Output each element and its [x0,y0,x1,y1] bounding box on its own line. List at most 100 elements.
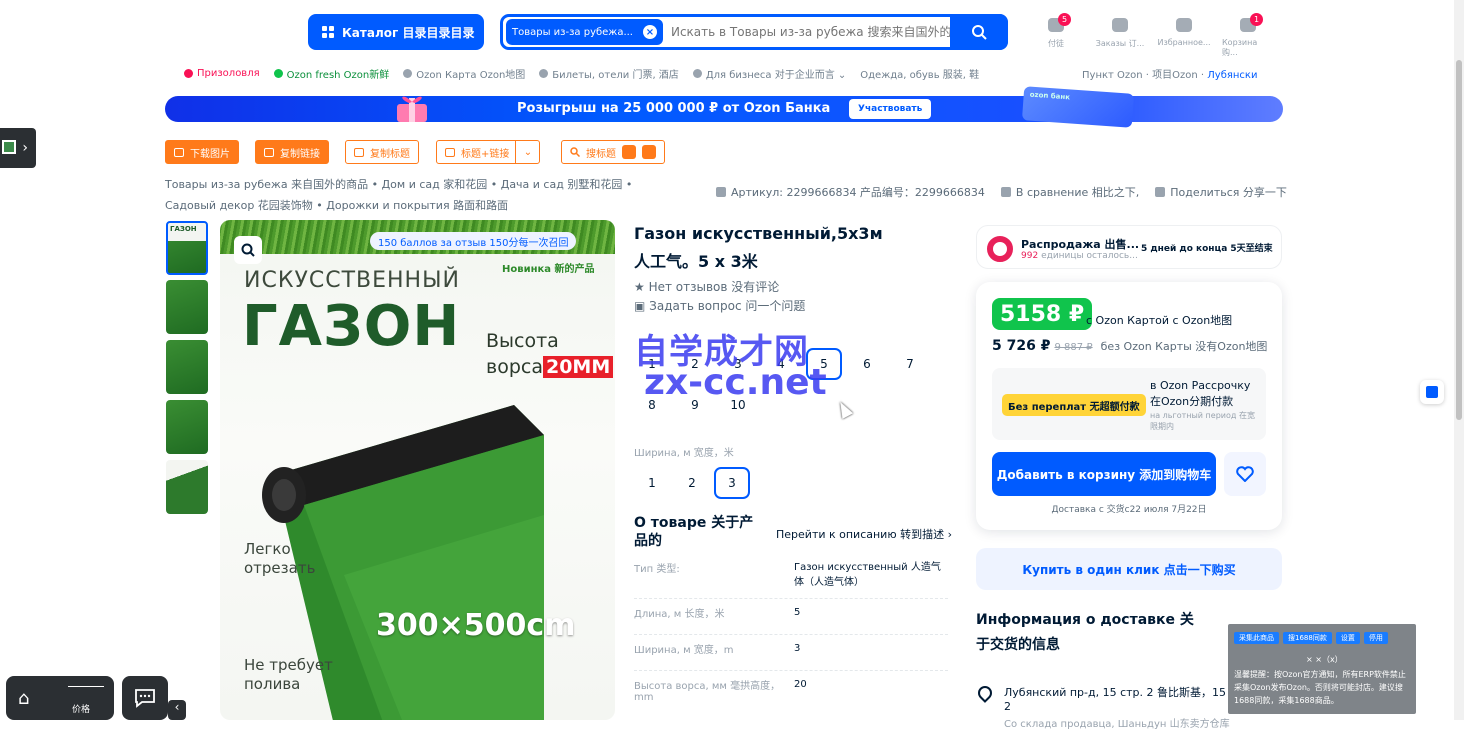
search-1688-button[interactable]: 搜1688同款 [1283,632,1332,644]
popup-close[interactable]: × ×（x） [1306,654,1343,665]
nav-item-fresh[interactable]: Ozon fresh Ozon新鲜 [273,66,389,81]
copy-title-button[interactable]: 复制标题 [345,140,419,164]
add-to-cart-button[interactable]: Добавить в корзину 添加到购物车 [992,452,1216,496]
promo-banner[interactable]: Розыгрыш на 25 000 000 ₽ от Ozon Банка У… [165,86,1283,128]
share-link[interactable]: Поделиться 分享一下 [1155,184,1287,200]
gallery-thumbnail[interactable] [166,280,208,334]
compare-link[interactable]: В сравнение 相比之下, [1000,184,1139,200]
image-size-label: 300×500cm [376,608,576,643]
go-to-description-link[interactable]: Перейти к описанию 转到描述 › [776,526,952,542]
width-option[interactable]: 2 [674,467,710,499]
pickup-point[interactable]: Пункт Ozon · 项目Ozon · Лубянски [1082,66,1257,81]
width-options: 1 2 3 [634,467,757,499]
image-title-line1: ИСКУССТВЕННЫЙ [244,268,460,293]
search-title-button[interactable]: 搜标题 [561,140,665,164]
delivery-date: Доставка с 交货c22 июля 7月22日 [1051,505,1207,515]
breadcrumb-item[interactable]: Дорожки и покрытия 路面和路面 [326,199,508,212]
search-scope-chip[interactable]: Товары из-за рубежа... × [506,19,663,45]
orders-link[interactable]: 5 付徒 [1030,13,1082,58]
image-icon [174,147,184,157]
home-icon[interactable]: ⌂ [18,688,29,709]
disable-button[interactable]: 停用 [1363,632,1388,644]
bank-card-image: ozon банк [1021,86,1135,128]
product-main-image[interactable]: 150 баллов за отзыв 150分每一次召回 Новинка 新的… [220,220,615,720]
mouse-cursor [834,399,854,419]
copy-icon [354,147,364,157]
nav-item-card[interactable]: Ozon Карта Ozon地图 [403,66,525,81]
breadcrumb-item[interactable]: Дача и сад 别墅和花园 [501,178,623,191]
box-label: Заказы 订... [1095,39,1145,48]
ask-question-link[interactable]: ▣ Задать вопрос 问一个问题 [634,297,805,316]
favorite-button[interactable] [1224,452,1266,496]
spec-row: Тип 类型: Газон искусственный 人造气体（人造气体） [634,562,941,588]
box-icon [1112,18,1128,32]
width-option-selected[interactable]: 3 [714,467,750,499]
price-tool-label[interactable]: 价格 [72,702,90,715]
length-option[interactable]: 7 [892,348,928,380]
card-price-label: с Ozon Картой с Ozon地图 [1086,314,1233,327]
search-button[interactable] [950,14,1008,50]
banner-text: Розыгрыш на 25 000 000 ₽ от Ozon Банка [517,101,831,116]
settings-button[interactable]: 设置 [1335,632,1360,644]
collect-product-button[interactable]: 采集此商品 [1234,632,1279,644]
nav-item-prizes[interactable]: Призоловля [184,66,260,81]
copy-link-label: 复制链接 [280,148,320,160]
catalog-button[interactable]: Каталог 目录目录目录 [308,14,484,50]
gallery-thumbnail[interactable] [166,400,208,454]
heart-icon [1236,466,1254,482]
sale-card[interactable]: Распродажа 出售... 992 единицы осталось...… [976,225,1282,269]
search-scope-label: Товары из-за рубежа... [512,26,633,38]
breadcrumb: Товары из-за рубежа 来自国外的商品 • Дом и сад … [165,178,633,212]
nav-item-business[interactable]: Для бизнеса 对于企业而言 ⌄ [692,66,846,81]
box-link[interactable]: Заказы 订... [1094,16,1146,58]
search-input[interactable] [662,25,950,39]
banner-participate-button[interactable]: Участвовать [849,99,932,119]
gift-icon [184,69,193,78]
reviews-link[interactable]: ★ Нет отзывов 没有评论 [634,278,805,297]
length-option[interactable]: 6 [849,348,885,380]
breadcrumb-item[interactable]: Товары из-за рубежа 来自国外的商品 [165,178,368,191]
chevron-down-icon[interactable]: ⌄ [515,141,539,163]
gallery-thumbnail[interactable]: ГАЗОН [166,221,208,275]
installment-badge: Без переплат 无超额付款 [1002,394,1146,416]
favorites-link[interactable]: Избранное... [1157,16,1211,58]
buy-one-click-button[interactable]: Купить в один клик 点击一下购买 [976,548,1282,590]
orders-label: 付徒 [1048,39,1064,48]
gallery-thumbnail[interactable] [166,460,208,514]
nav-item-tickets[interactable]: Билеты, отели 门票, 酒店 [539,66,679,81]
image-title-line2: ГАЗОН [242,294,461,359]
review-points-badge[interactable]: 150 баллов за отзыв 150分每一次召回 [370,232,577,250]
scrollbar-thumb[interactable] [1456,60,1462,420]
nav-item-clothes[interactable]: Одежда, обувь 服装, 鞋 [860,66,979,81]
cart-link[interactable]: 1 Корзина 购... [1222,13,1274,58]
cart-badge: 1 [1250,13,1263,26]
about-title: О товаре 关于产品的 [634,515,754,549]
1688-icon [642,145,656,159]
article-number[interactable]: Артикул: 2299666834 产品编号：2299666834 [716,184,985,200]
pickup-place: Лубянски [1207,70,1258,81]
download-images-button[interactable]: 下载图片 [165,140,239,164]
width-option[interactable]: 1 [634,467,670,499]
image-pile-label: ворса 20MM [486,356,614,378]
gallery-thumbnail[interactable] [166,340,208,394]
thumb-label: ГАЗОН [168,223,206,241]
installment-block[interactable]: Без переплат 无超额付款 в Ozon Рассрочку 在Ozo… [992,368,1266,440]
copy-link-button[interactable]: 复制链接 [255,140,329,164]
close-icon[interactable]: × [642,25,657,39]
side-panel-toggle[interactable]: › [0,128,36,168]
lens-search-icon[interactable] [234,236,262,264]
title-link-button[interactable]: 标题+链接 ⌄ [436,140,541,164]
heart-icon [1176,18,1192,32]
search-icon [972,25,987,40]
breadcrumb-item[interactable]: Садовый декор 花园装饰物 [165,199,313,212]
chat-button[interactable] [122,676,168,720]
delivery-address[interactable]: Лубянский пр-д, 15 стр. 2 鲁比斯基，15 页，2 Со … [1004,686,1254,732]
translate-icon[interactable] [1420,380,1444,404]
spec-row: Ширина, м 宽度，m 3 [634,634,948,656]
favorites-label: Избранное... [1157,38,1211,47]
breadcrumb-item[interactable]: Дом и сад 家和花园 [382,178,488,191]
extension-popup: 采集此商品 搜1688同款 设置 停用 × ×（x） 温馨提醒：按Ozon官方通… [1228,624,1416,714]
title-link-label: 标题+链接 [461,148,510,160]
sale-title: Распродажа 出售... [1021,238,1140,251]
chevron-left-icon[interactable]: ‹ [168,700,186,720]
